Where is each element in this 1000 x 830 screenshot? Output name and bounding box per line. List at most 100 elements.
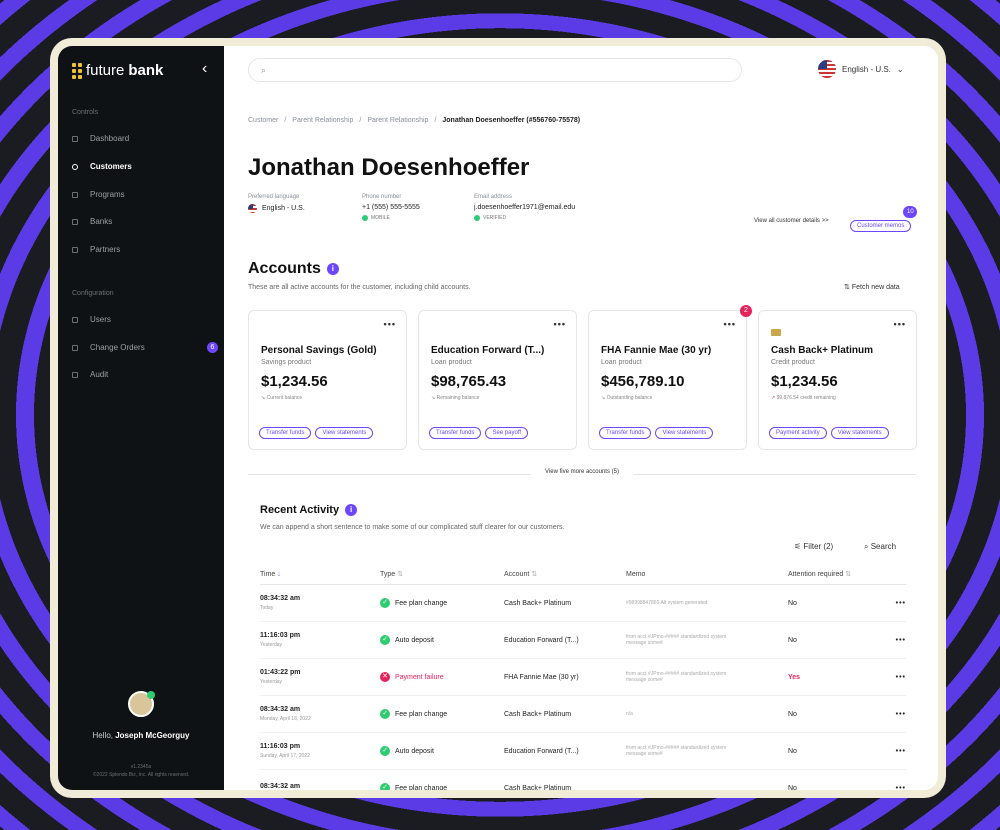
account-amount: $1,234.56 bbox=[261, 373, 328, 390]
phone-value[interactable]: +1 (555) 555-5555 bbox=[362, 204, 420, 211]
attention-cell: No bbox=[788, 695, 884, 733]
config-section-label: Configuration bbox=[72, 290, 114, 297]
check-icon: ✓ bbox=[380, 635, 390, 645]
table-row[interactable]: 11:16:03 pm Sunday, April 17, 2022 ✓ Auto d… bbox=[260, 732, 906, 770]
language-selector[interactable]: English - U.S. ⌄ bbox=[818, 60, 904, 78]
balance-label: ↘ Current balance bbox=[261, 395, 302, 401]
payment-activity-button[interactable]: Payment activity bbox=[769, 427, 827, 439]
user-greeting: Hello, Joseph McGeorguy bbox=[58, 731, 224, 740]
trend-icon: ↘ bbox=[431, 395, 436, 401]
audit-icon bbox=[72, 371, 78, 378]
transfer-funds-button[interactable]: Transfer funds bbox=[259, 427, 312, 439]
row-more-options-icon[interactable]: ••• bbox=[884, 769, 906, 790]
account-card[interactable]: ••• Personal Savings (Gold) Savings prod… bbox=[248, 310, 407, 450]
us-flag-icon bbox=[248, 204, 257, 213]
account-cell: Cash Back+ Platinum bbox=[504, 695, 626, 733]
table-row[interactable]: 08:34:32 am ✓ Fee plan change Cash Back+ Pl… bbox=[260, 769, 906, 790]
sidebar-item-dashboard[interactable]: Dashboard bbox=[72, 134, 218, 143]
view-statements-button[interactable]: View statements bbox=[655, 427, 714, 439]
type-cell: ✓ Fee plan change bbox=[380, 584, 504, 622]
sidebar-item-audit[interactable]: Audit bbox=[72, 370, 218, 379]
column-label: Type bbox=[380, 571, 396, 578]
search-input[interactable]: ⌕ bbox=[248, 58, 742, 82]
more-options-icon[interactable]: ••• bbox=[894, 319, 906, 329]
sidebar-item-programs[interactable]: Programs bbox=[72, 190, 218, 199]
row-more-options-icon[interactable]: ••• bbox=[884, 732, 906, 770]
view-statements-button[interactable]: View statements bbox=[315, 427, 374, 439]
table-row[interactable]: 01:43:22 pm Yesterday ✕ Payment failure FHA … bbox=[260, 658, 906, 696]
column-header-attention[interactable]: Attention required ⇅ bbox=[788, 564, 884, 585]
collapse-sidebar-icon[interactable]: ‹ bbox=[202, 60, 207, 78]
sidebar-item-label: Partners bbox=[90, 245, 121, 254]
sidebar-item-customers[interactable]: Customers bbox=[72, 162, 218, 171]
column-header-account[interactable]: Account ⇅ bbox=[504, 564, 626, 585]
search-icon: ⌕ bbox=[261, 64, 267, 75]
type-value: Auto deposit bbox=[395, 636, 434, 644]
transfer-funds-button[interactable]: Transfer funds bbox=[599, 427, 652, 439]
change-orders-badge: 6 bbox=[207, 342, 218, 353]
column-header-time[interactable]: Time ↓ bbox=[260, 564, 380, 585]
more-options-icon[interactable]: ••• bbox=[384, 319, 396, 329]
accounts-title: Accounts bbox=[248, 260, 321, 277]
table-row[interactable]: 08:34:32 am Today ✓ Fee plan change Cash Bac… bbox=[260, 584, 906, 622]
field-label: Preferred language bbox=[248, 194, 300, 200]
see-payoff-button[interactable]: See payoff bbox=[485, 427, 529, 439]
sort-icon: ⇅ bbox=[845, 571, 852, 578]
memo-cell: from acct #JPmo-##### standardized syste… bbox=[626, 732, 788, 770]
transfer-funds-button[interactable]: Transfer funds bbox=[429, 427, 482, 439]
sidebar-item-users[interactable]: Users bbox=[72, 315, 218, 324]
device-frame: future bank ‹ Controls Dashboard Customer… bbox=[50, 38, 946, 798]
view-more-divider: View five more accounts (5) bbox=[248, 469, 916, 475]
row-more-options-icon[interactable]: ••• bbox=[884, 584, 906, 622]
user-avatar[interactable] bbox=[128, 691, 155, 717]
fetch-new-data-button[interactable]: ⇅ Fetch new data bbox=[844, 283, 900, 291]
account-card[interactable]: ••• Education Forward (T...) Loan produc… bbox=[418, 310, 577, 450]
view-statements-button[interactable]: View statements bbox=[830, 427, 889, 439]
breadcrumb-item[interactable]: Customer bbox=[248, 117, 278, 124]
table-row[interactable]: 08:34:32 am Monday, April 18, 2022 ✓ Fee pl… bbox=[260, 695, 906, 733]
time-cell: 08:34:32 am bbox=[260, 769, 380, 790]
phone-tag: MOBILE bbox=[362, 215, 420, 221]
sidebar-item-change-orders[interactable]: Change Orders 6 bbox=[72, 342, 218, 353]
more-options-icon[interactable]: ••• bbox=[554, 319, 566, 329]
table-row[interactable]: 11:16:03 pm Yesterday ✓ Auto deposit Educati… bbox=[260, 621, 906, 659]
filter-button[interactable]: ⚟ Filter (2) bbox=[794, 542, 833, 551]
info-icon[interactable]: i bbox=[326, 263, 339, 275]
type-value: Fee plan change bbox=[395, 599, 448, 607]
brand-logo[interactable]: future bank bbox=[72, 62, 163, 79]
check-icon: ✓ bbox=[380, 746, 390, 756]
version-text: v1.2345a bbox=[130, 764, 152, 770]
row-more-options-icon[interactable]: ••• bbox=[884, 621, 906, 659]
account-card[interactable]: ••• Cash Back+ Platinum Credit product $… bbox=[758, 310, 917, 450]
row-more-options-icon[interactable]: ••• bbox=[884, 658, 906, 696]
breadcrumb-item[interactable]: Parent Relationship bbox=[292, 117, 353, 124]
account-name: Personal Savings (Gold) bbox=[261, 345, 377, 356]
breadcrumb-item[interactable]: Parent Relationship bbox=[367, 117, 428, 124]
row-more-options-icon[interactable]: ••• bbox=[884, 695, 906, 733]
sidebar-item-banks[interactable]: Banks bbox=[72, 217, 218, 226]
main-content: ⌕ English - U.S. ⌄ Customer / Parent Rela… bbox=[224, 46, 938, 790]
account-card[interactable]: 2 ••• FHA Fannie Mae (30 yr) Loan produc… bbox=[588, 305, 752, 450]
time-value: 11:16:03 pm bbox=[260, 632, 301, 639]
breadcrumb-current: Jonathan Doesenhoeffer (#556760-75578) bbox=[442, 117, 581, 124]
sidebar-item-partners[interactable]: Partners bbox=[72, 245, 218, 254]
column-header-type[interactable]: Type ⇅ bbox=[380, 564, 504, 585]
customer-memos-button[interactable]: Customer memos 10 bbox=[850, 206, 918, 232]
day-value: Today bbox=[260, 605, 274, 611]
tag-label: MOBILE bbox=[371, 215, 390, 221]
info-icon[interactable]: i bbox=[345, 504, 358, 516]
check-dot-icon bbox=[474, 215, 480, 221]
activity-search-button[interactable]: ⌕ Search bbox=[864, 542, 896, 552]
sort-icon: ⇅ bbox=[397, 571, 404, 578]
trend-icon: ↘ bbox=[261, 395, 266, 401]
account-amount: $456,789.10 bbox=[601, 373, 685, 390]
account-type: Loan product bbox=[431, 359, 472, 366]
view-all-details-link[interactable]: View all customer details >> bbox=[754, 218, 829, 224]
attention-cell: No bbox=[788, 769, 884, 790]
email-value[interactable]: j.doesenhoeffer1971@email.edu bbox=[474, 204, 575, 211]
attention-cell: No bbox=[788, 621, 884, 659]
breadcrumb: Customer / Parent Relationship / Parent Re… bbox=[248, 117, 580, 124]
more-options-icon[interactable]: ••• bbox=[724, 319, 736, 329]
view-more-accounts-link[interactable]: View five more accounts (5) bbox=[531, 469, 633, 475]
copyright-text: ©2022 Splendo Biz, Inc. All rights reser… bbox=[92, 772, 190, 778]
